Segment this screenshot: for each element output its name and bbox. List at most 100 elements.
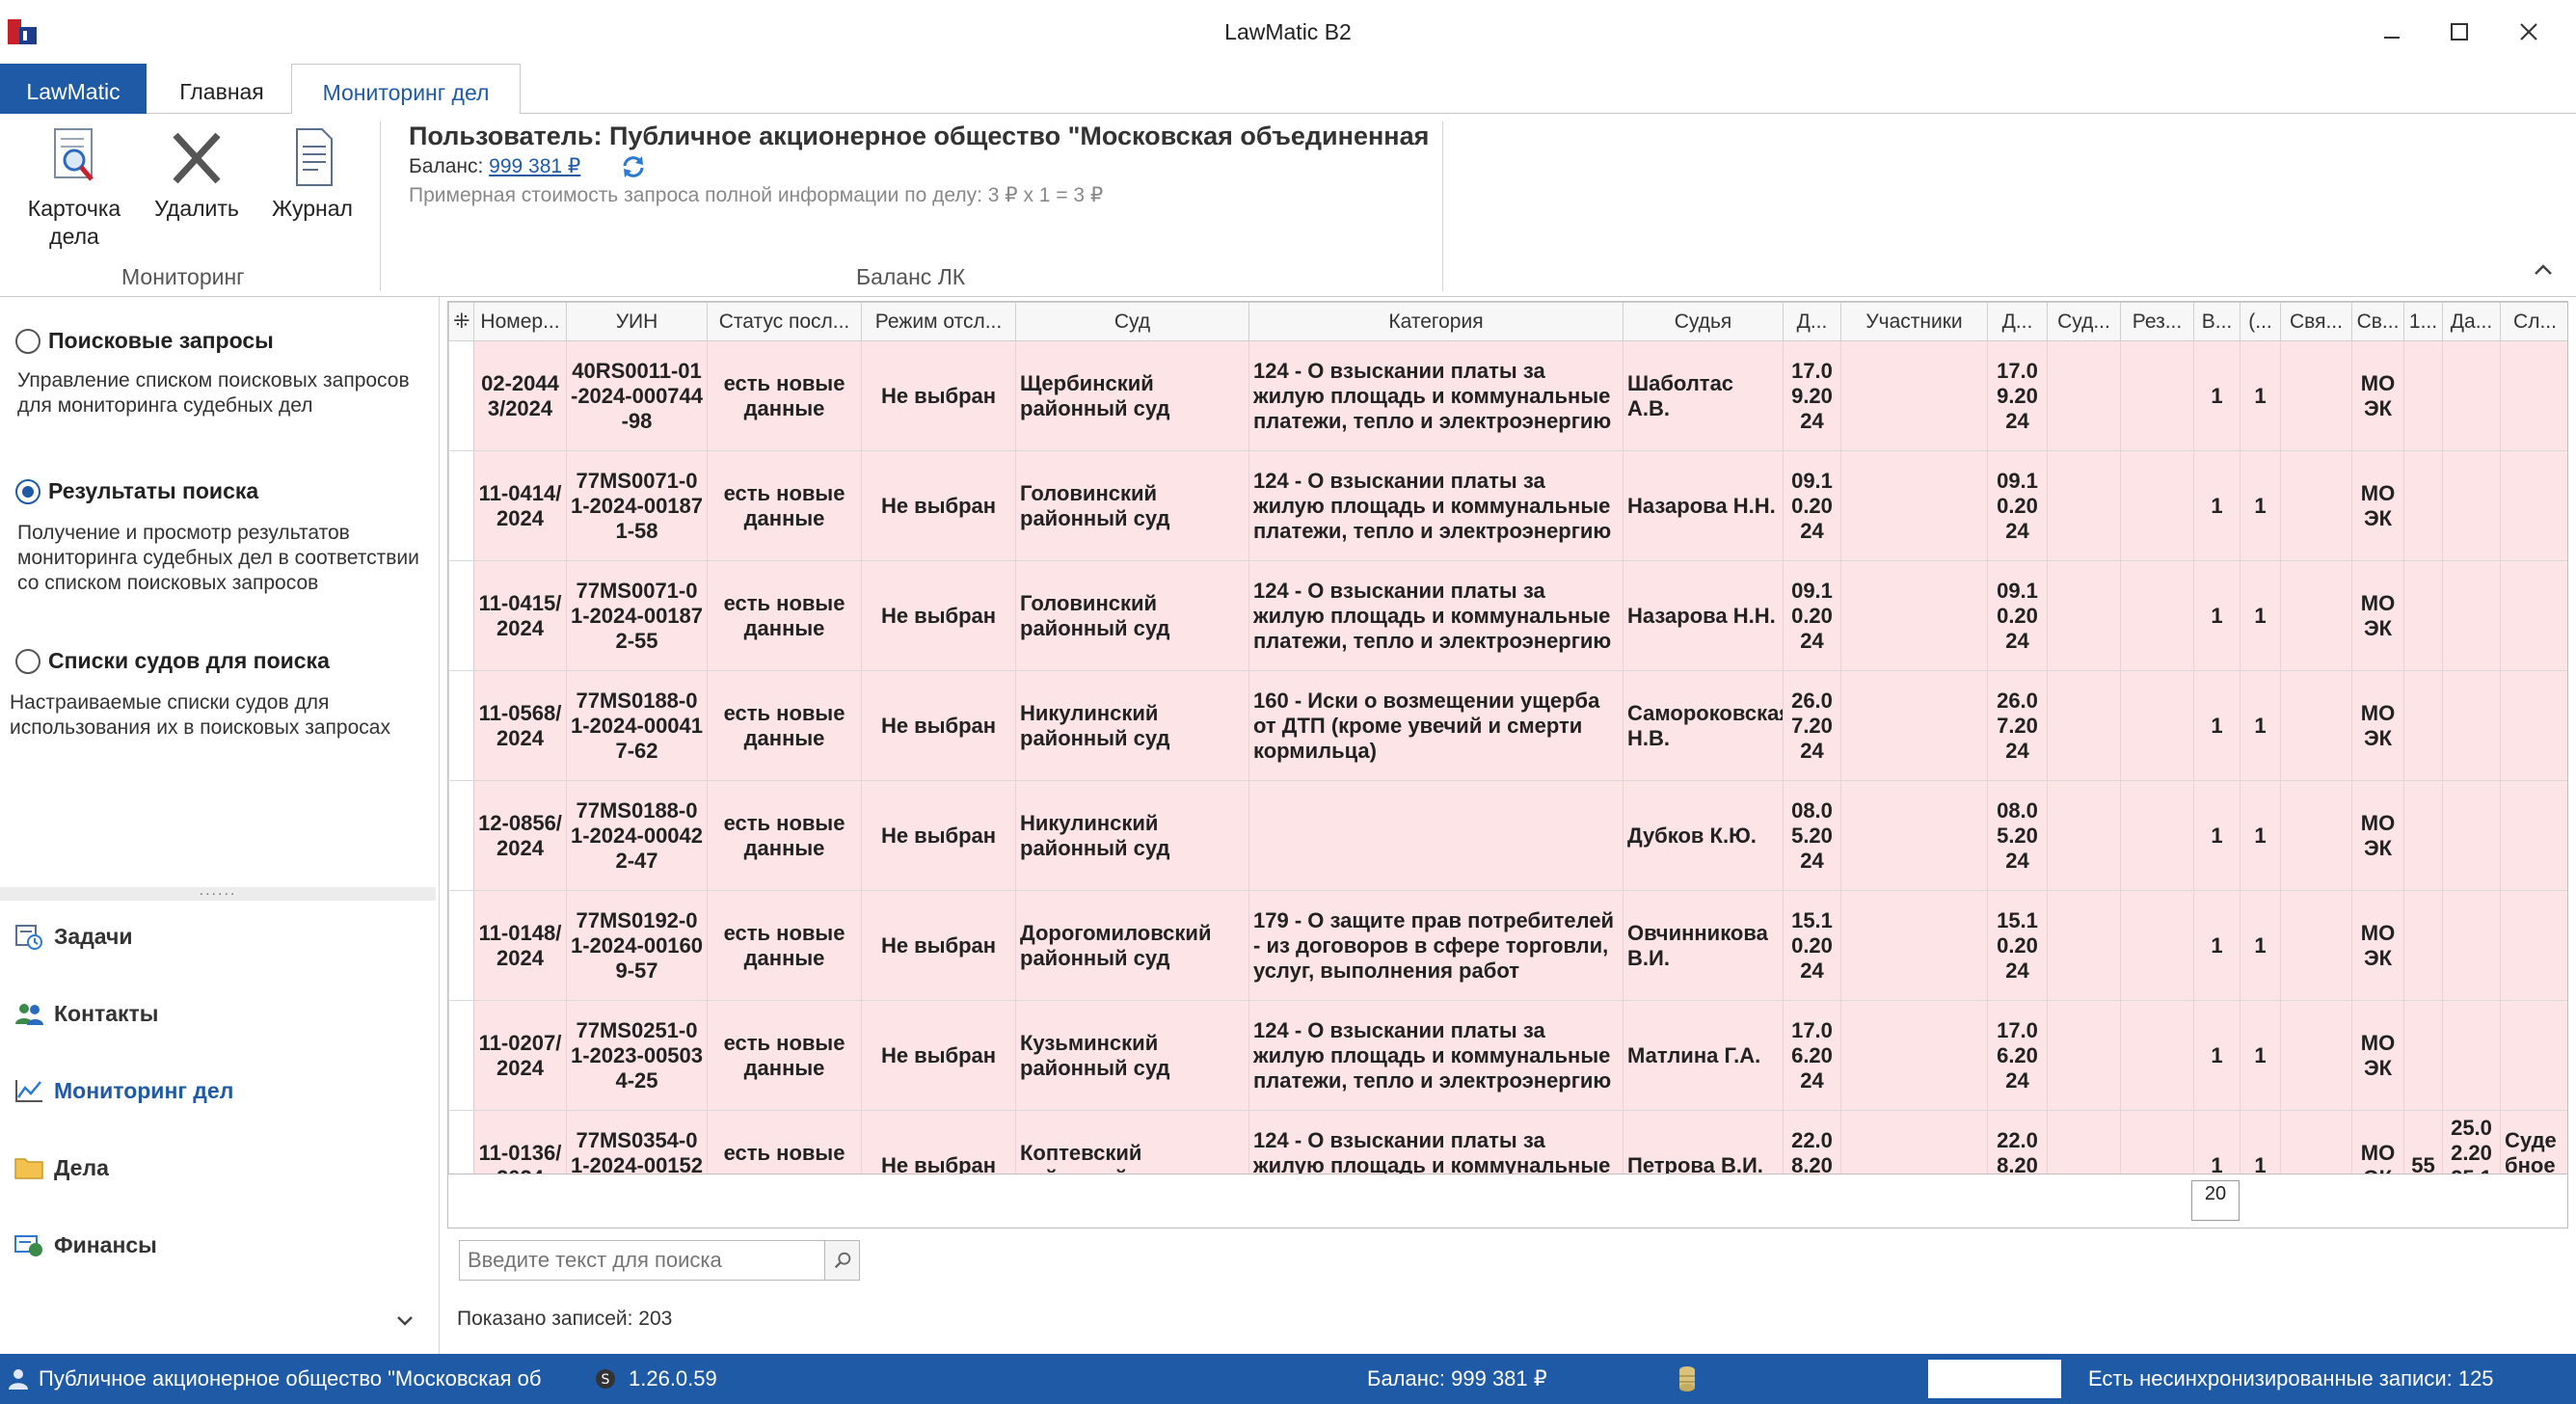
table-cell[interactable]: 26.07.2024	[1783, 670, 1841, 781]
nav-finance[interactable]: Финансы	[13, 1230, 157, 1259]
table-cell[interactable]	[2047, 1000, 2121, 1111]
table-cell[interactable]: 1	[2193, 450, 2241, 561]
tab-case-monitoring[interactable]: Мониторинг дел	[291, 64, 521, 115]
table-cell[interactable]: 1	[2240, 890, 2281, 1001]
table-cell[interactable]: 1	[2193, 1000, 2241, 1111]
table-cell[interactable]: Никулинский районный суд	[1015, 670, 1249, 781]
table-cell[interactable]: 77MS0071-01-2024-001872-55	[566, 560, 708, 671]
table-cell[interactable]	[2120, 670, 2194, 781]
table-cell[interactable]: 77MS0354-01-2024-001522-74	[566, 1110, 708, 1174]
column-header[interactable]: Д...	[1783, 302, 1841, 341]
table-cell[interactable]	[2403, 340, 2443, 451]
table-cell[interactable]	[2403, 1000, 2443, 1111]
table-cell[interactable]	[2403, 670, 2443, 781]
table-cell[interactable]	[2500, 890, 2567, 1001]
table-cell[interactable]	[1840, 670, 1988, 781]
table-cell[interactable]: Шаболтас А.В.	[1623, 340, 1784, 451]
table-cell[interactable]: 179 - О защите прав потребителей - из до…	[1248, 890, 1623, 1001]
table-cell[interactable]	[2500, 670, 2567, 781]
table-cell[interactable]: 1	[2193, 670, 2241, 781]
table-cell[interactable]: МОЭК	[2351, 450, 2404, 561]
table-cell[interactable]	[2442, 670, 2501, 781]
column-header[interactable]: Категория	[1248, 302, 1623, 341]
nav-case-monitoring[interactable]: Мониторинг дел	[13, 1076, 233, 1105]
row-indicator[interactable]	[448, 1110, 474, 1174]
table-cell[interactable]: 160 - Иски о возмещении ущерба от ДТП (к…	[1248, 670, 1623, 781]
table-cell[interactable]: Не выбран	[861, 780, 1016, 891]
table-row[interactable]: 12-0856/2024 77MS0188-01-2024-000422-47 ес…	[448, 780, 2567, 891]
table-cell[interactable]: 124 - О взыскании платы за жилую площадь…	[1248, 340, 1623, 451]
table-row[interactable]: 11-0136/202477MS0354-01-2024-001522-74ес…	[448, 1110, 2567, 1174]
table-cell[interactable]	[2442, 780, 2501, 891]
table-cell[interactable]	[2500, 340, 2567, 451]
table-cell[interactable]	[1840, 340, 1988, 451]
table-cell[interactable]	[2403, 450, 2443, 561]
status-unsynced-records[interactable]: Есть несинхронизированные записи: 125	[2088, 1354, 2494, 1404]
column-header[interactable]: В...	[2193, 302, 2241, 341]
row-indicator[interactable]	[448, 890, 474, 1001]
table-cell[interactable]: есть новые данные	[707, 1000, 862, 1111]
table-cell[interactable]	[2280, 450, 2352, 561]
table-cell[interactable]: 22.08.2024	[1783, 1110, 1841, 1174]
table-cell[interactable]: 11-0136/2024	[473, 1110, 567, 1174]
table-cell[interactable]: Дорогомиловский районный суд	[1015, 890, 1249, 1001]
row-indicator[interactable]	[448, 1000, 474, 1111]
radio-button[interactable]	[15, 648, 40, 674]
table-cell[interactable]	[2047, 560, 2121, 671]
table-cell[interactable]: есть новые данные	[707, 890, 862, 1001]
table-cell[interactable]	[2280, 1110, 2352, 1174]
table-cell[interactable]: 09.10.2024	[1783, 560, 1841, 671]
table-cell[interactable]	[2280, 1000, 2352, 1111]
delete-button[interactable]: Удалить	[147, 125, 247, 223]
court-lists-option[interactable]: Списки судов для поиска	[15, 648, 330, 674]
table-cell[interactable]: 17.09.2024	[1987, 340, 2048, 451]
table-cell[interactable]: Назарова Н.Н.	[1623, 450, 1784, 561]
table-cell[interactable]: 11-0568/2024	[473, 670, 567, 781]
table-cell[interactable]: 1	[2240, 450, 2281, 561]
table-cell[interactable]	[2280, 780, 2352, 891]
table-cell[interactable]: Не выбран	[861, 340, 1016, 451]
row-indicator[interactable]	[448, 670, 474, 781]
column-header[interactable]: Да...	[2442, 302, 2501, 341]
table-cell[interactable]: 1	[2193, 560, 2241, 671]
table-cell[interactable]: Никулинский районный суд	[1015, 780, 1249, 891]
table-cell[interactable]	[2120, 1000, 2194, 1111]
table-cell[interactable]: есть новые данные	[707, 560, 862, 671]
nav-contacts[interactable]: Контакты	[13, 999, 158, 1028]
table-cell[interactable]: 1	[2240, 340, 2281, 451]
search-button[interactable]	[825, 1240, 860, 1281]
tab-home[interactable]: Главная	[154, 64, 289, 114]
table-cell[interactable]: Самороковская Н.В.	[1623, 670, 1784, 781]
column-header[interactable]: Судья	[1623, 302, 1784, 341]
table-cell[interactable]	[2500, 1000, 2567, 1111]
table-cell[interactable]: МОЭК	[2351, 1000, 2404, 1111]
column-header[interactable]: Рез...	[2120, 302, 2194, 341]
row-indicator-header[interactable]: ⁜	[448, 302, 474, 341]
table-cell[interactable]: 77MS0188-01-2024-000422-47	[566, 780, 708, 891]
table-cell[interactable]	[2280, 890, 2352, 1001]
table-cell[interactable]: 17.09.2024	[1783, 340, 1841, 451]
table-cell[interactable]	[2500, 780, 2567, 891]
table-cell[interactable]: Не выбран	[861, 1000, 1016, 1111]
table-cell[interactable]	[2047, 1110, 2121, 1174]
table-cell[interactable]	[2442, 560, 2501, 671]
nav-cases[interactable]: Дела	[13, 1153, 109, 1182]
column-header[interactable]: Д...	[1987, 302, 2048, 341]
table-cell[interactable]: 25.02.2025 11:...	[2442, 1110, 2501, 1174]
table-row[interactable]: 11-0414/2024 77MS0071-01-2024-001871-58 ес…	[448, 450, 2567, 561]
radio-button[interactable]	[15, 328, 40, 354]
search-results-option[interactable]: Результаты поиска	[15, 478, 258, 504]
table-cell[interactable]	[2280, 670, 2352, 781]
table-cell[interactable]	[2403, 780, 2443, 891]
table-cell[interactable]: МОЭК	[2351, 780, 2404, 891]
table-cell[interactable]: 15.10.2024	[1783, 890, 1841, 1001]
table-cell[interactable]: Головинский районный суд	[1015, 560, 1249, 671]
table-cell[interactable]: 1	[2193, 340, 2241, 451]
table-cell[interactable]	[2442, 450, 2501, 561]
table-cell[interactable]: 1	[2193, 1110, 2241, 1174]
table-cell[interactable]: 77MS0071-01-2024-001871-58	[566, 450, 708, 561]
table-cell[interactable]	[2120, 560, 2194, 671]
table-cell[interactable]: МОЭК	[2351, 670, 2404, 781]
refresh-icon[interactable]	[619, 152, 648, 181]
table-cell[interactable]: 77MS0192-01-2024-001609-57	[566, 890, 708, 1001]
